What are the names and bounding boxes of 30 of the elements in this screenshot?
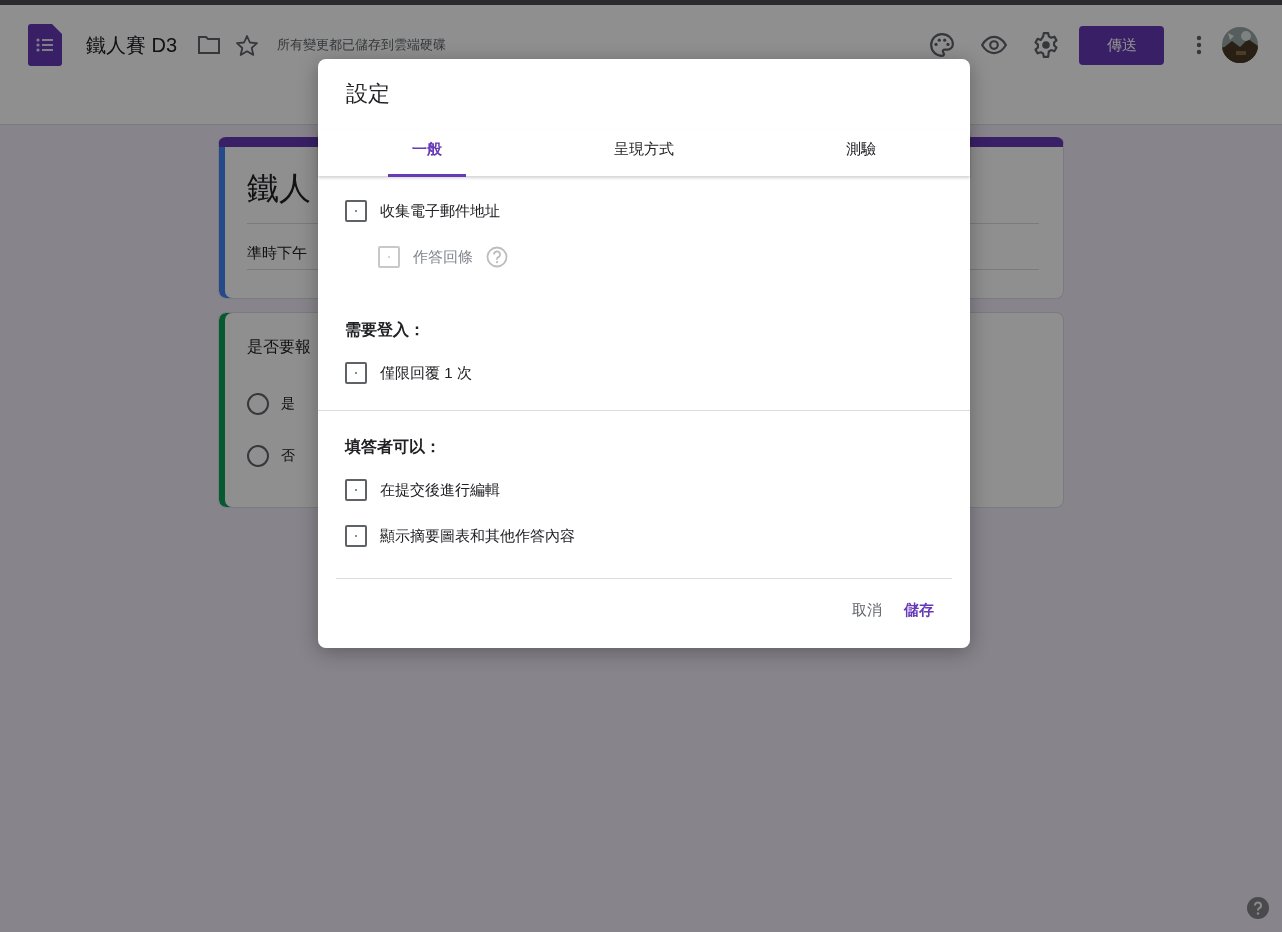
radio-button[interactable] xyxy=(247,445,269,467)
checkbox[interactable] xyxy=(345,362,367,384)
help-icon[interactable] xyxy=(1246,896,1270,920)
checkbox-label: 僅限回覆 1 次 xyxy=(380,363,472,383)
section-heading: 需要登入： xyxy=(345,320,426,340)
tab[interactable]: 一般 xyxy=(387,130,466,177)
forms-logo xyxy=(28,24,62,66)
option-label: 否 xyxy=(281,447,295,465)
checkbox-label: 在提交後進行編輯 xyxy=(380,480,500,500)
settings-icon[interactable] xyxy=(1033,32,1059,58)
star-icon[interactable] xyxy=(235,33,260,57)
checkbox-label: 作答回條 xyxy=(413,247,473,267)
section-heading: 填答者可以： xyxy=(345,437,442,457)
option-label: 是 xyxy=(281,395,295,413)
form-title[interactable]: 鐵人賽 D3 xyxy=(86,31,178,59)
radio-button[interactable] xyxy=(247,393,269,415)
question-text: 是否要報 xyxy=(247,337,312,357)
more-options-icon[interactable] xyxy=(1196,35,1202,55)
send-button[interactable]: 傳送 xyxy=(1079,25,1164,65)
checkbox[interactable] xyxy=(345,479,367,501)
checkbox-label: 顯示摘要圖表和其他作答內容 xyxy=(380,526,575,546)
palette-icon[interactable] xyxy=(929,32,955,58)
save-button[interactable]: 儲存 xyxy=(896,593,942,628)
save-status: 所有變更都已儲存到雲端硬碟 xyxy=(277,36,447,54)
dialog-title: 設定 xyxy=(345,80,391,108)
checkbox[interactable] xyxy=(345,525,367,547)
cancel-button[interactable]: 取消 xyxy=(844,593,890,628)
folder-icon[interactable] xyxy=(197,35,222,55)
checkbox-label: 收集電子郵件地址 xyxy=(380,201,500,221)
checkbox[interactable] xyxy=(345,200,367,222)
